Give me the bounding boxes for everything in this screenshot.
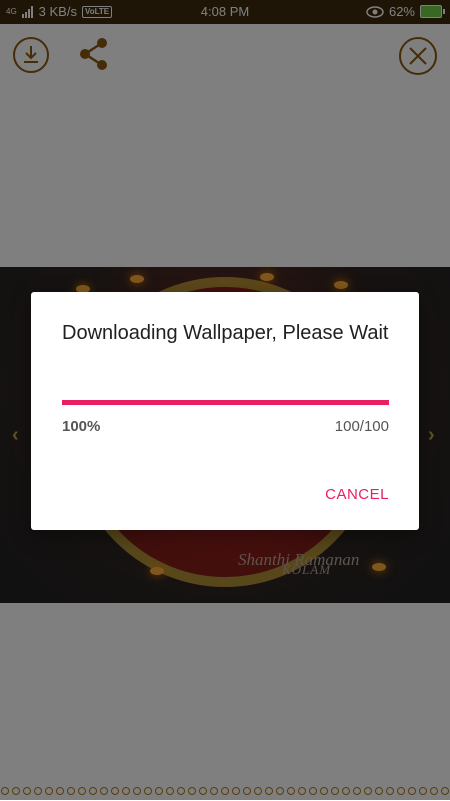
progress-count: 100/100: [334, 418, 389, 435]
download-progress-dialog: Downloading Wallpaper, Please Wait 100% …: [31, 292, 419, 530]
progress-fill: [62, 400, 389, 405]
dialog-title: Downloading Wallpaper, Please Wait: [62, 322, 389, 344]
progress-percent: 100%: [62, 418, 101, 435]
progress-track: [62, 400, 389, 405]
cancel-button[interactable]: CANCEL: [325, 486, 389, 503]
